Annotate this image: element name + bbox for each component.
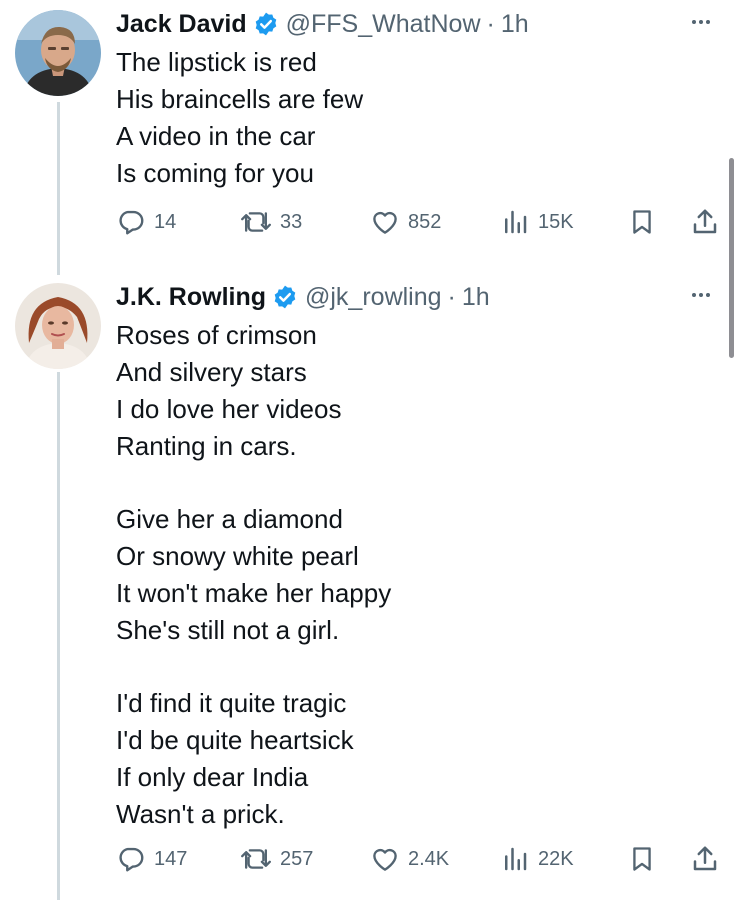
tweet-line: Give her a diamond [116, 504, 343, 534]
tweet-line: She's still not a girl. [116, 615, 340, 645]
tweet-text: The lipstick is red His braincells are f… [116, 44, 363, 192]
views-count: 22K [538, 847, 574, 870]
scrollbar[interactable] [729, 158, 734, 358]
heart-icon [373, 211, 397, 234]
tweet-header: Jack David @FFS_WhatNow · 1h [116, 9, 529, 39]
reply-button[interactable]: 14 [116, 204, 176, 240]
retweet-count: 33 [280, 210, 303, 233]
retweet-icon [241, 212, 271, 232]
retweet-button[interactable]: 257 [240, 841, 313, 877]
more-options-icon[interactable] [692, 20, 710, 24]
tweet-line: I'd be quite heartsick [116, 725, 354, 755]
thread-line [57, 102, 60, 275]
views-chart-icon [505, 210, 527, 234]
tweet-text: Roses of crimson And silvery stars I do … [116, 317, 391, 833]
tweet-actions: 147 257 2.4K 22K [116, 841, 726, 877]
tweet-line: Ranting in cars. [116, 431, 297, 461]
share-button[interactable] [690, 204, 720, 240]
verified-badge-icon [272, 284, 298, 310]
reply-button[interactable]: 147 [116, 841, 187, 877]
avatar[interactable] [15, 283, 101, 369]
retweet-button[interactable]: 33 [240, 204, 302, 240]
more-options-icon[interactable] [692, 293, 710, 297]
thread-line [57, 372, 60, 900]
author-handle[interactable]: @jk_rowling [305, 283, 442, 312]
timestamp[interactable]: 1h [462, 283, 490, 312]
views-button[interactable]: 15K [500, 204, 574, 240]
like-button[interactable]: 2.4K [370, 841, 449, 877]
tweet-line: It won't make her happy [116, 578, 392, 608]
tweet-header: J.K. Rowling @jk_rowling · 1h [116, 282, 490, 312]
tweet-line: Roses of crimson [116, 320, 317, 350]
bookmark-icon [633, 210, 651, 234]
tweet-line: And silvery stars [116, 357, 307, 387]
tweet-line: I do love her videos [116, 394, 342, 424]
tweet-actions: 14 33 852 15K [116, 204, 726, 240]
reply-icon [119, 847, 144, 872]
retweet-count: 257 [280, 847, 314, 870]
avatar[interactable] [15, 10, 101, 96]
tweet-line: His braincells are few [116, 84, 364, 114]
author-name[interactable]: Jack David [116, 10, 247, 39]
reply-icon [119, 210, 144, 235]
views-chart-icon [505, 847, 527, 871]
bookmark-icon [633, 847, 651, 871]
like-button[interactable]: 852 [370, 204, 441, 240]
tweet-line: The lipstick is red [116, 47, 317, 77]
like-count: 852 [408, 210, 442, 233]
author-handle[interactable]: @FFS_WhatNow [286, 10, 481, 39]
separator-dot: · [447, 282, 456, 311]
tweet-line: If only dear India [116, 762, 309, 792]
bookmark-button[interactable] [628, 204, 656, 240]
bookmark-button[interactable] [628, 841, 656, 877]
retweet-icon [241, 849, 271, 869]
share-button[interactable] [690, 841, 720, 877]
reply-count: 147 [154, 847, 188, 870]
reply-count: 14 [154, 210, 177, 233]
author-name[interactable]: J.K. Rowling [116, 283, 266, 312]
views-count: 15K [538, 210, 574, 233]
verified-badge-icon [253, 11, 279, 37]
views-button[interactable]: 22K [500, 841, 574, 877]
heart-icon [373, 848, 397, 871]
share-icon [693, 846, 717, 871]
tweet-line: Is coming for you [116, 158, 314, 188]
tweet-line: I'd find it quite tragic [116, 688, 347, 718]
tweet-line: A video in the car [116, 121, 316, 151]
like-count: 2.4K [408, 847, 450, 870]
timestamp[interactable]: 1h [501, 10, 529, 39]
separator-dot: · [486, 9, 495, 38]
tweet-line: Wasn't a prick. [116, 799, 285, 829]
share-icon [693, 209, 717, 234]
tweet-line: Or snowy white pearl [116, 541, 359, 571]
